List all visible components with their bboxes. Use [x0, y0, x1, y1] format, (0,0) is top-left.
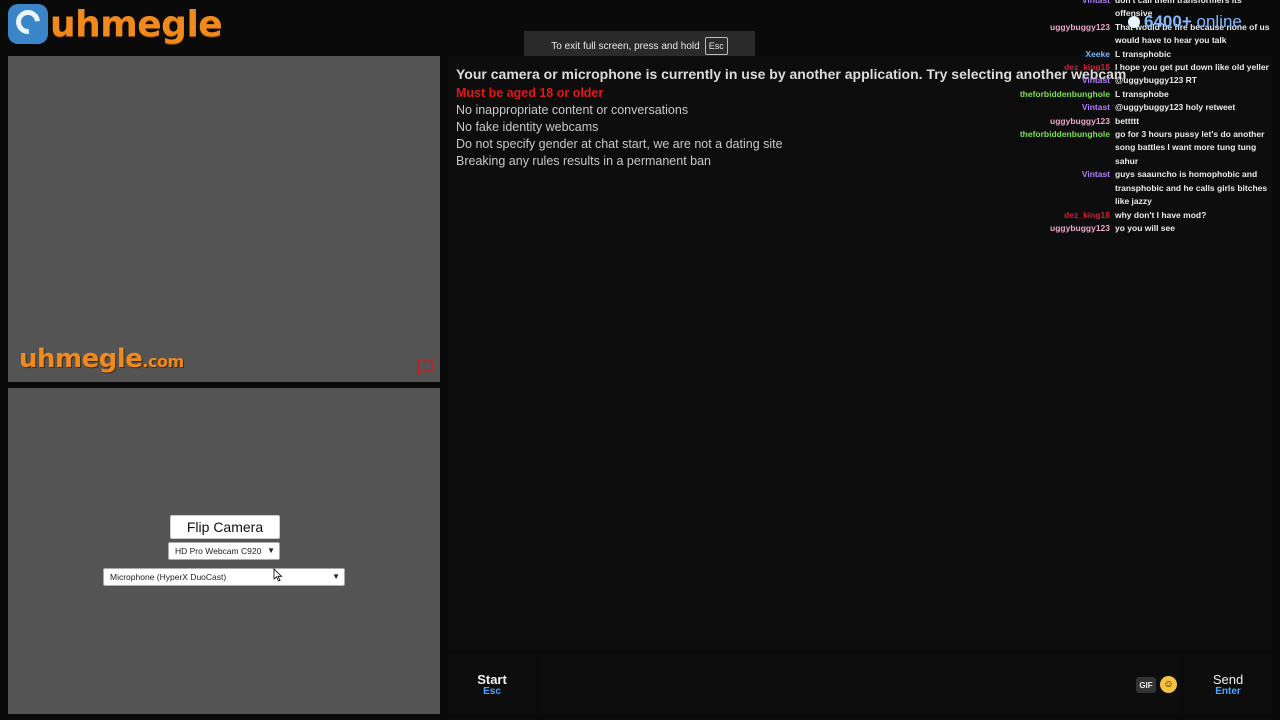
rule-item: No fake identity webcams	[456, 120, 599, 134]
logo-icon	[8, 4, 48, 44]
chat-feed-text: L transphobe	[1115, 88, 1169, 99]
chevron-down-icon: ▼	[332, 572, 340, 581]
chat-feed-row: theforbiddenbunghole go for 3 hours pussy…	[1000, 128, 1278, 168]
rule-item: Breaking any rules results in a permanen…	[456, 154, 712, 168]
chat-feed-user[interactable]: theforbiddenbunghole	[1000, 128, 1115, 168]
flip-camera-button[interactable]: Flip Camera	[170, 515, 280, 539]
chat-feed-text: bettttt	[1115, 115, 1140, 126]
send-button[interactable]: Send Enter	[1184, 656, 1272, 714]
chat-feed-user[interactable]: Vintast	[1000, 74, 1115, 87]
chat-feed-row: uggybuggy123 yo you will see	[1000, 222, 1278, 235]
message-input[interactable]	[540, 656, 1180, 714]
chat-feed-user[interactable]: uggybuggy123	[1000, 222, 1115, 235]
uhmegle-watermark: uhmegle.com	[19, 344, 184, 374]
chat-feed-text: @uggybuggy123 holy retweet	[1115, 102, 1236, 113]
chat-feed-text: guys saauncho is homophobic and transpho…	[1115, 169, 1268, 207]
chat-feed-user[interactable]: dez_king18	[1000, 61, 1115, 74]
chat-feed-row: Vintast @uggybuggy123 RT	[1000, 74, 1278, 87]
online-dot-icon	[1128, 16, 1140, 28]
chat-feed-row: dez_king18 why don't I have mod?	[1000, 209, 1278, 222]
chat-feed-row: theforbiddenbunghole L transphobe	[1000, 88, 1278, 101]
chat-feed-text: go for 3 hours pussy let's do another so…	[1115, 129, 1265, 166]
camera-select[interactable]: HD Pro Webcam C920 ▼	[168, 542, 280, 560]
smiley-icon: ☺	[1163, 679, 1174, 690]
esc-key-badge: Esc	[704, 37, 728, 55]
chat-feed-text: @uggybuggy123 RT	[1115, 75, 1197, 86]
chat-feed-user[interactable]: theforbiddenbunghole	[1000, 88, 1115, 101]
bottom-bar: Start Esc GIF ☺ Send Enter	[448, 656, 1272, 714]
chat-feed-text: I hope you get put down like old yeller	[1115, 62, 1269, 73]
rule-age: Must be aged 18 or older	[456, 86, 604, 100]
start-button[interactable]: Start Esc	[448, 656, 536, 714]
chevron-down-icon: ▼	[267, 546, 275, 555]
stranger-video: uhmegle.com	[8, 56, 440, 382]
chat-feed-row: Vintast @uggybuggy123 holy retweet	[1000, 101, 1278, 114]
logo-text: uhmegle	[50, 3, 223, 45]
fullscreen-hint-text: To exit full screen, press and hold	[551, 40, 700, 52]
online-counter: 6400+ online	[1128, 12, 1242, 32]
rules-list: Must be aged 18 or older No inappropriat…	[456, 85, 783, 170]
chat-feed-user[interactable]: uggybuggy123	[1000, 21, 1115, 48]
report-flag-icon[interactable]	[416, 360, 434, 376]
rule-item: Do not specify gender at chat start, we …	[456, 137, 783, 151]
mouse-cursor-icon	[273, 568, 283, 582]
chat-feed-user[interactable]: Vintast	[1000, 101, 1115, 114]
chat-feed-text: why don't I have mod?	[1115, 209, 1207, 220]
emoji-button[interactable]: ☺	[1160, 676, 1177, 693]
chat-feed-user[interactable]: Vintast	[1000, 0, 1115, 21]
microphone-select[interactable]: Microphone (HyperX DuoCast) ▼	[103, 568, 345, 586]
rule-item: No inappropriate content or conversation…	[456, 103, 689, 117]
stream-chat-overlay: Vintast don't call them transformers its …	[1000, 0, 1278, 235]
chat-feed-user[interactable]: Xeeke	[1000, 48, 1115, 61]
uhmegle-logo[interactable]: uhmegle	[8, 3, 223, 45]
chat-feed-text: L transphobic	[1115, 48, 1172, 59]
chat-feed-user[interactable]: uggybuggy123	[1000, 115, 1115, 128]
chat-feed-user[interactable]: dez_king18	[1000, 209, 1115, 222]
gif-button[interactable]: GIF	[1136, 677, 1156, 693]
chat-feed-row: Vintast guys saauncho is homophobic and t…	[1000, 168, 1278, 208]
chat-feed-row: dez_king18 I hope you get put down like o…	[1000, 61, 1278, 74]
chat-feed-text: yo you will see	[1115, 222, 1175, 233]
chat-feed-user[interactable]: Vintast	[1000, 168, 1115, 208]
self-video: Flip Camera HD Pro Webcam C920 ▼ Micropho…	[8, 388, 440, 714]
chat-feed-row: uggybuggy123 bettttt	[1000, 115, 1278, 128]
chat-feed-row: Xeeke L transphobic	[1000, 48, 1278, 61]
